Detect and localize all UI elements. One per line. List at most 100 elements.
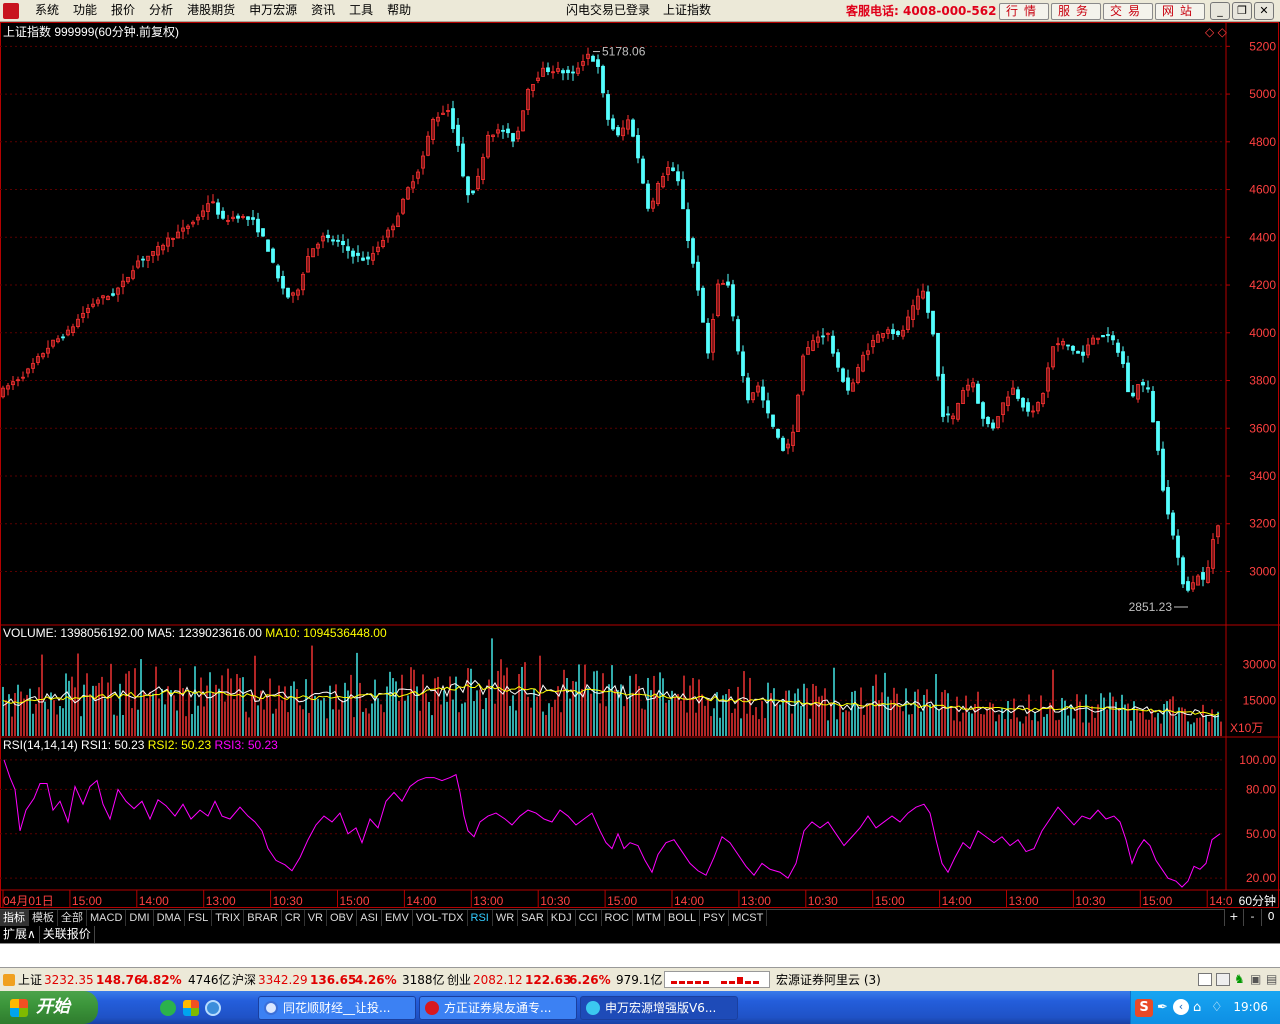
indicator-tab-boll[interactable]: BOLL [665,910,701,927]
server-name[interactable]: 宏源证券阿里云 (3) [776,968,881,992]
quicklaunch-browser-icon[interactable] [205,1000,221,1016]
indicator-tab-dmi[interactable]: DMI [126,910,154,927]
menu-item-1[interactable]: 功能 [66,0,104,22]
time-label: 10:30 [273,894,303,908]
menu-item-4[interactable]: 港股期货 [180,0,242,22]
indicator-tab-trix[interactable]: TRIX [212,910,245,927]
website-button[interactable]: 网站 [1155,3,1205,20]
input-method-icon[interactable]: S [1135,999,1153,1017]
indicator-tab-rsi[interactable]: RSI [468,910,493,927]
candle-body [1171,512,1175,536]
indicator-tab-fsl[interactable]: FSL [185,910,213,927]
task-fangzheng[interactable]: 方正证券泉友通专... [419,996,577,1020]
pen-icon[interactable]: ✒ [1157,1000,1168,1015]
time-label: 14:00 [406,894,436,908]
shield-icon[interactable]: ♢ [1211,1000,1223,1015]
menu-item-5[interactable]: 申万宏源 [242,0,304,22]
indicator-tab-macd[interactable]: MACD [87,910,127,927]
signal-icon[interactable]: ♞ [1234,972,1246,987]
candle-body [461,143,465,177]
rsi-header-r3: RSI3: 50.23 [214,738,278,752]
task-shenwan[interactable]: 申万宏源增强版V6... [580,996,738,1020]
start-button[interactable]: 开始 [0,991,98,1024]
hs-percent: 4.26% [355,973,397,987]
menu-item-3[interactable]: 分析 [142,0,180,22]
indicator-tab-psy[interactable]: PSY [700,910,730,927]
clock: 19:06 [1233,1000,1268,1014]
indicator-tab-mtm[interactable]: MTM [633,910,666,927]
layout-icon[interactable] [1216,973,1230,986]
indicator-tab-mcst[interactable]: MCST [729,910,768,927]
cy-name: 创业 [447,973,472,987]
hotline-text: 客服电话: 4008-000-562 [846,4,997,18]
candle-body [836,352,840,368]
rsi-tick-label: 50.00 [1246,827,1276,841]
indicator-tab-brar[interactable]: BRAR [244,910,282,927]
app-icon[interactable] [3,3,19,19]
candle-body [1151,391,1155,423]
candle-body [766,400,770,414]
minimize-icon[interactable]: _ [1210,2,1230,20]
indicator-tab-emv[interactable]: EMV [382,910,413,927]
indicator-tab-vr[interactable]: VR [305,910,327,927]
menu-item-2[interactable]: 报价 [104,0,142,22]
rsi-header-name: RSI(14,14,14) [3,738,81,752]
indicator-tab-cr[interactable]: CR [282,910,305,927]
extension-tab-0[interactable]: 扩展∧ [0,926,40,943]
stock-chart[interactable]: 5200 5000 4800 4600 4400 4200 4000 3800 3600 3400… [0,22,1280,909]
candle-body [706,322,710,354]
price-tick-label: 4000 [1249,326,1276,340]
indicator-tab-cci[interactable]: CCI [576,910,602,927]
task-label: 方正证券泉友通专... [444,1001,552,1015]
price-tick-label: 4800 [1249,135,1276,149]
price-tick-label: 5000 [1249,87,1276,101]
close-icon[interactable]: ✕ [1254,2,1274,20]
candle-body [61,336,65,339]
indicator-tab-roc[interactable]: ROC [602,910,633,927]
add-indicator-button[interactable]: + [1224,909,1243,926]
service-button[interactable]: 服务 [1051,3,1101,20]
time-label: 14:00 [139,894,169,908]
cy-change: 122.63 [525,973,572,987]
menu-item-6[interactable]: 资讯 [304,0,342,22]
window-icon[interactable] [1198,973,1212,986]
quicklaunch-desktop-icon[interactable] [183,1000,199,1016]
indicator-tab-sar[interactable]: SAR [518,910,548,927]
indicator-tab-模板[interactable]: 模板 [29,910,58,927]
network-icon[interactable]: ⌂ [1193,1000,1201,1015]
indicator-tab-wr[interactable]: WR [493,910,519,927]
exit-icon[interactable]: ▤ [1266,973,1278,986]
candle-body [331,239,335,242]
indicator-tab-指标[interactable]: 指标 [0,910,29,927]
low-price-label: 2851.23 [1129,600,1173,614]
lock-icon[interactable]: ▣ [1250,973,1262,986]
trade-button[interactable]: 交易 [1103,3,1153,20]
candle-body [591,55,595,62]
candle-body [1116,342,1120,353]
menu-item-8[interactable]: 帮助 [380,0,418,22]
candle-body [1131,392,1135,397]
reset-indicator-button[interactable]: 0 [1261,909,1280,926]
candle-body [246,216,250,220]
indicator-tab-asi[interactable]: ASI [357,910,382,927]
indicator-tab-obv[interactable]: OBV [327,910,358,927]
task-tonghuashun[interactable]: 同花顺财经__让投... [258,996,416,1020]
quicklaunch-qq-icon[interactable] [160,1000,176,1016]
restore-icon[interactable]: ❐ [1232,2,1252,20]
indicator-tab-全部[interactable]: 全部 [58,910,87,927]
indicator-tab-vol-tdx[interactable]: VOL-TDX [413,910,468,927]
extension-tab-1[interactable]: 关联报价 [40,926,95,943]
candle-body [1106,334,1110,336]
quote-button[interactable]: 行情 [999,3,1049,20]
price-tick-label: 4600 [1249,183,1276,197]
indicator-tab-dma[interactable]: DMA [154,910,186,927]
candle-body [646,183,650,209]
back-icon[interactable]: ‹ [1173,999,1189,1015]
menu-item-7[interactable]: 工具 [342,0,380,22]
candle-body [216,202,220,215]
candle-body [741,351,745,377]
menu-item-0[interactable]: 系统 [28,0,66,22]
remove-indicator-button[interactable]: - [1242,909,1262,926]
indicator-tab-kdj[interactable]: KDJ [548,910,576,927]
candle-body [986,416,990,425]
